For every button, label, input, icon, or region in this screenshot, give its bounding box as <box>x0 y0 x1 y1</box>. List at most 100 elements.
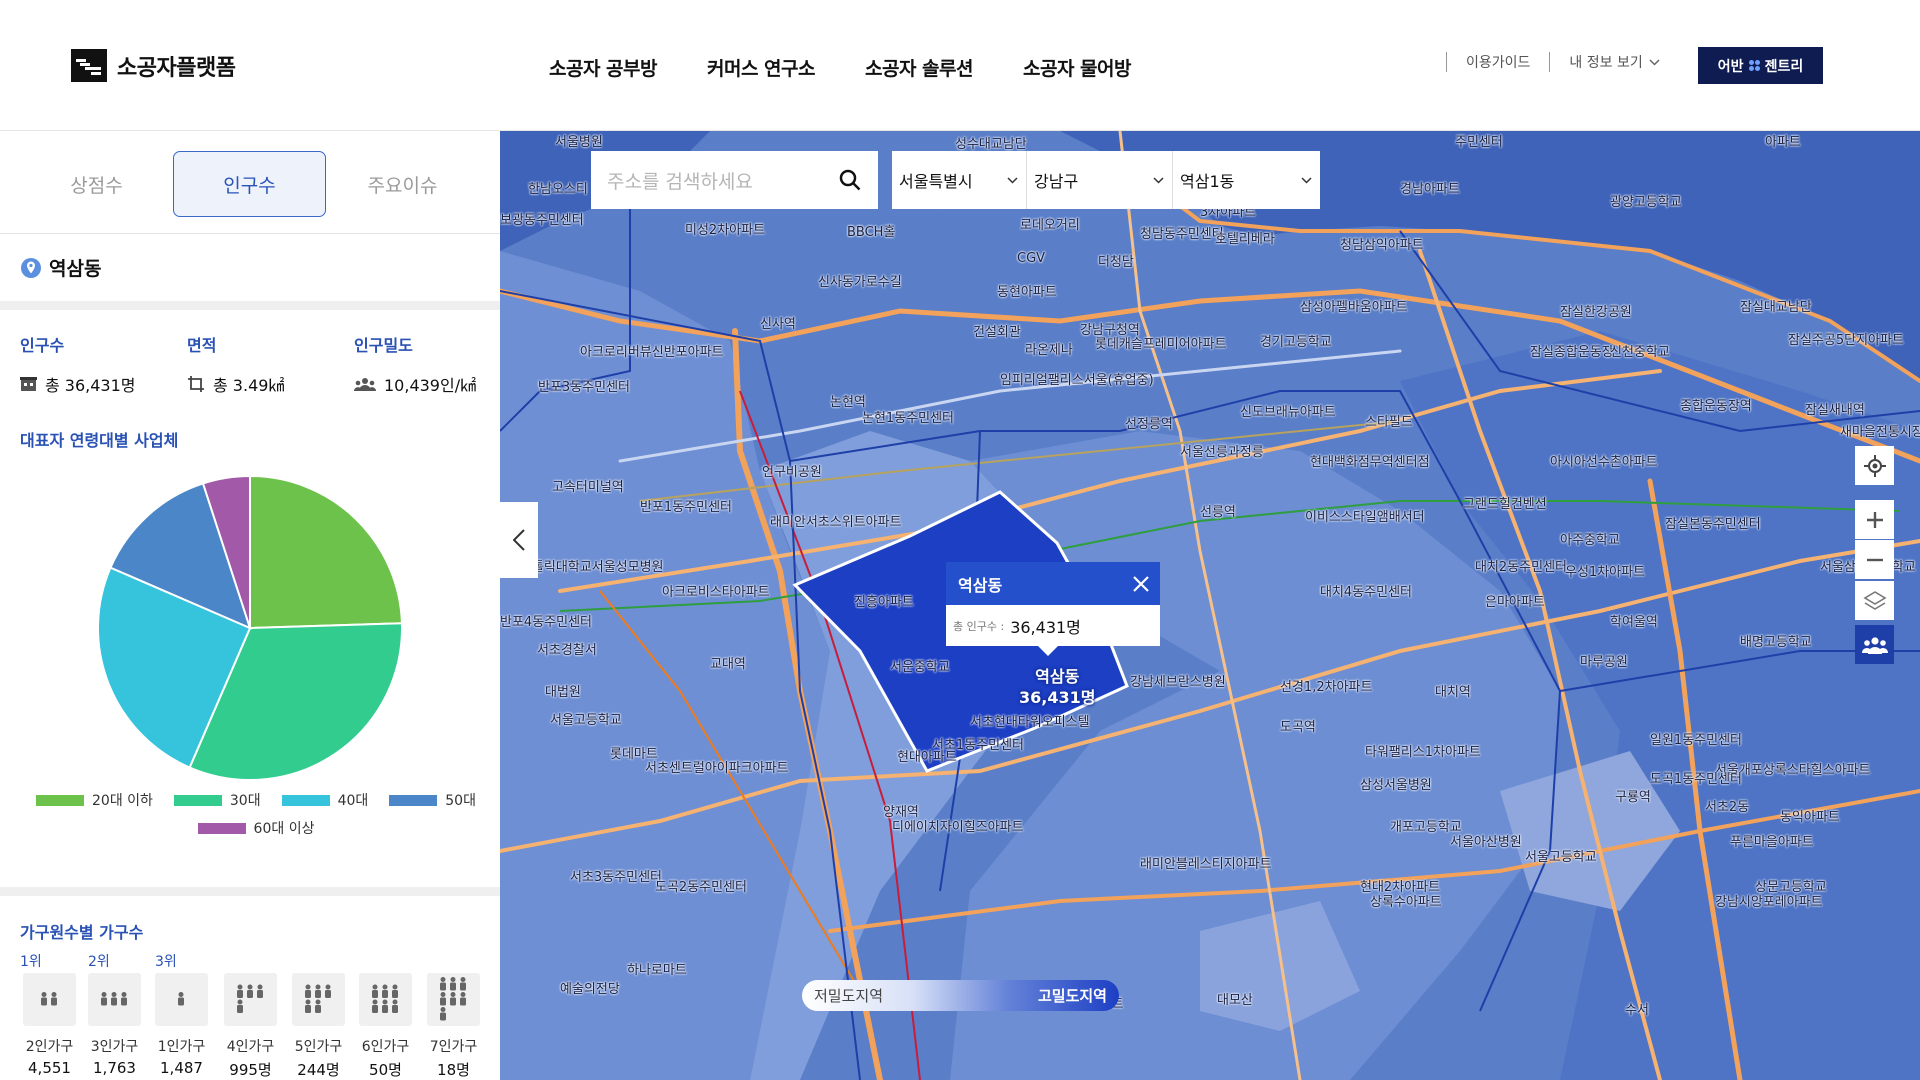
people-icon <box>41 992 57 1006</box>
map-poi-label: 롯데캐슬프레미어아파트 <box>1095 337 1227 352</box>
map-poi-label: 논현1동주민센터 <box>862 411 954 426</box>
zoom-in-button[interactable] <box>1855 500 1894 539</box>
divider <box>1549 52 1551 72</box>
household-icon-box <box>23 973 76 1026</box>
household-icon-box <box>224 973 277 1026</box>
density-low-label: 저밀도지역 <box>814 987 884 1005</box>
popup-value: 36,431명 <box>1010 617 1081 637</box>
household-count: 4,551명 <box>28 1059 71 1080</box>
map-poi-label: 미성2차아파트 <box>685 223 766 238</box>
map-poi-label: 배명고등학교 <box>1740 635 1812 650</box>
stat-area-value: 총 3.49㎢ <box>213 376 285 395</box>
map-poi-label: 잠실대교남단 <box>1740 300 1812 315</box>
map-poi-label: 주민센터 <box>1455 135 1503 150</box>
site-logo[interactable]: 소공자플랫폼 <box>71 49 236 82</box>
household-count: 18명 <box>437 1061 470 1079</box>
map-poi-label: 서초현대타워오피스텔 <box>970 715 1090 730</box>
map-poi-label: 경기고등학교 <box>1260 335 1332 350</box>
map-poi-label: 서울선릉과정릉 <box>1180 445 1264 460</box>
my-location-button[interactable] <box>1855 446 1894 485</box>
stats-row: 인구수 총 36,431명 면적 총 3.49㎢ 인구밀도 10,439인/㎢ <box>0 310 500 410</box>
map-poi-label: 대치4동주민센터 <box>1320 585 1412 600</box>
legend-swatch <box>36 794 84 806</box>
crosshair-icon <box>1863 454 1886 477</box>
utility-menu: 이용가이드 내 정보 보기 <box>1446 52 1660 72</box>
address-search[interactable]: 주소를 검색하세요 <box>591 151 878 209</box>
population-layer-button[interactable] <box>1855 625 1894 664</box>
tab-bar: 상점수 인구수 주요이슈 <box>0 131 500 234</box>
tab-issues[interactable]: 주요이슈 <box>326 151 479 217</box>
map-poi-label: 푸른마을아파트 <box>1730 835 1814 850</box>
household-name: 2인가구 <box>25 1039 74 1055</box>
map-poi-label: 아시아선수촌아파트 <box>1550 455 1658 470</box>
map-poi-label: 대법원 <box>545 685 581 700</box>
map-poi-label: 성수대교남단 <box>955 137 1027 152</box>
layers-icon <box>1862 590 1887 610</box>
people-icon <box>305 984 331 1013</box>
stat-density-label: 인구밀도 <box>354 336 413 355</box>
district-select[interactable]: 강남구 <box>1026 151 1172 209</box>
tab-population[interactable]: 인구수 <box>173 151 326 217</box>
household-icon-box <box>88 973 141 1026</box>
map-poi-label: 새마을전통시장 <box>1840 425 1920 440</box>
tab-stores[interactable]: 상점수 <box>20 151 173 217</box>
legend-label: 30대 <box>229 793 261 809</box>
crop-area-icon <box>188 376 204 392</box>
map-poi-label: 아크로비스타아파트 <box>662 585 770 600</box>
nav-item-commerce[interactable]: 커머스 연구소 <box>707 54 816 81</box>
zoom-out-button[interactable] <box>1855 540 1894 579</box>
people-icon <box>372 984 398 1013</box>
search-icon[interactable] <box>838 168 862 192</box>
top-header: 소공자플랫폼 소공자 공부방 커머스 연구소 소공자 솔루션 소공자 물어방 이… <box>0 0 1920 131</box>
map-poi-label: 더청담 <box>1098 255 1134 270</box>
map-poi-label: 디에이치자이힐즈아파트 <box>892 820 1024 835</box>
household-icon-box <box>359 973 412 1026</box>
map-view[interactable]: 서울병원성수대교남단주민센터아파트한남오스티삼원한강아파트압구정독서한강공원경남… <box>500 131 1920 1080</box>
my-info-dropdown[interactable]: 내 정보 보기 <box>1569 52 1660 72</box>
section-divider <box>0 887 500 896</box>
partner-badge[interactable]: 어반 젠트리 <box>1698 47 1823 84</box>
stat-density: 인구밀도 10,439인/㎢ <box>354 332 476 396</box>
household-name: 6인가구 <box>361 1039 410 1055</box>
household-item: 7인가구 18명 <box>427 973 480 1080</box>
dong-select[interactable]: 역삼1동 <box>1172 151 1320 209</box>
info-popup: 역삼동 총 인구수 : 36,431명 <box>946 562 1160 656</box>
search-input[interactable]: 주소를 검색하세요 <box>607 167 753 194</box>
household-item: 6인가구 50명 <box>359 973 412 1080</box>
plus-icon <box>1866 511 1883 528</box>
polygon-label-name: 역삼동 <box>1035 667 1080 686</box>
map-poi-label: 동익아파트 <box>1780 810 1840 825</box>
map-poi-label: 서운중학교 <box>890 660 950 675</box>
pie-slice[interactable] <box>249 474 403 630</box>
map-poi-label: 도곡역 <box>1280 720 1316 735</box>
map-poi-label: 삼성서울병원 <box>1360 778 1432 793</box>
nav-item-study[interactable]: 소공자 공부방 <box>549 54 658 81</box>
household-item: 4인가구 995명 <box>224 973 277 1080</box>
map-poi-label: 은마아파트 <box>1485 595 1545 610</box>
nav-item-qna[interactable]: 소공자 물어방 <box>1023 54 1132 81</box>
chevron-down-icon <box>1153 176 1164 184</box>
map-poi-label: 잠실주공5단지아파트 <box>1788 333 1904 348</box>
location-name: 역삼동 <box>49 258 102 280</box>
sidebar-collapse-button[interactable] <box>500 502 538 578</box>
close-icon[interactable] <box>1132 575 1150 593</box>
guide-link[interactable]: 이용가이드 <box>1466 52 1530 72</box>
map-poi-label: 이비스스타일앰배서더 <box>1305 510 1425 525</box>
household-name: 1인가구 <box>157 1039 206 1055</box>
map-poi-label: 로데오거리 <box>1020 218 1080 233</box>
map-poi-label: 서울고등학교 <box>1525 850 1597 865</box>
people-icon <box>237 984 263 1013</box>
map-poi-label: 아크로리버뷰신반포아파트 <box>580 345 724 360</box>
nav-item-solution[interactable]: 소공자 솔루션 <box>865 54 974 81</box>
people-icon <box>178 992 184 1006</box>
layers-button[interactable] <box>1855 581 1894 620</box>
household-icon-box <box>292 973 345 1026</box>
city-select[interactable]: 서울특별시 <box>892 151 1026 209</box>
legend-item: 20대 이하 <box>36 790 153 810</box>
map-poi-label: BBCH홀 <box>847 225 896 240</box>
map-poi-label: 잠실본동주민센터 <box>1665 517 1761 532</box>
map-poi-label: 도곡2동주민센터 <box>655 880 747 895</box>
badge-dots-icon <box>1748 60 1760 71</box>
chevron-down-icon <box>1649 58 1660 66</box>
map-poi-label: 종합운동장역 <box>1680 399 1752 414</box>
